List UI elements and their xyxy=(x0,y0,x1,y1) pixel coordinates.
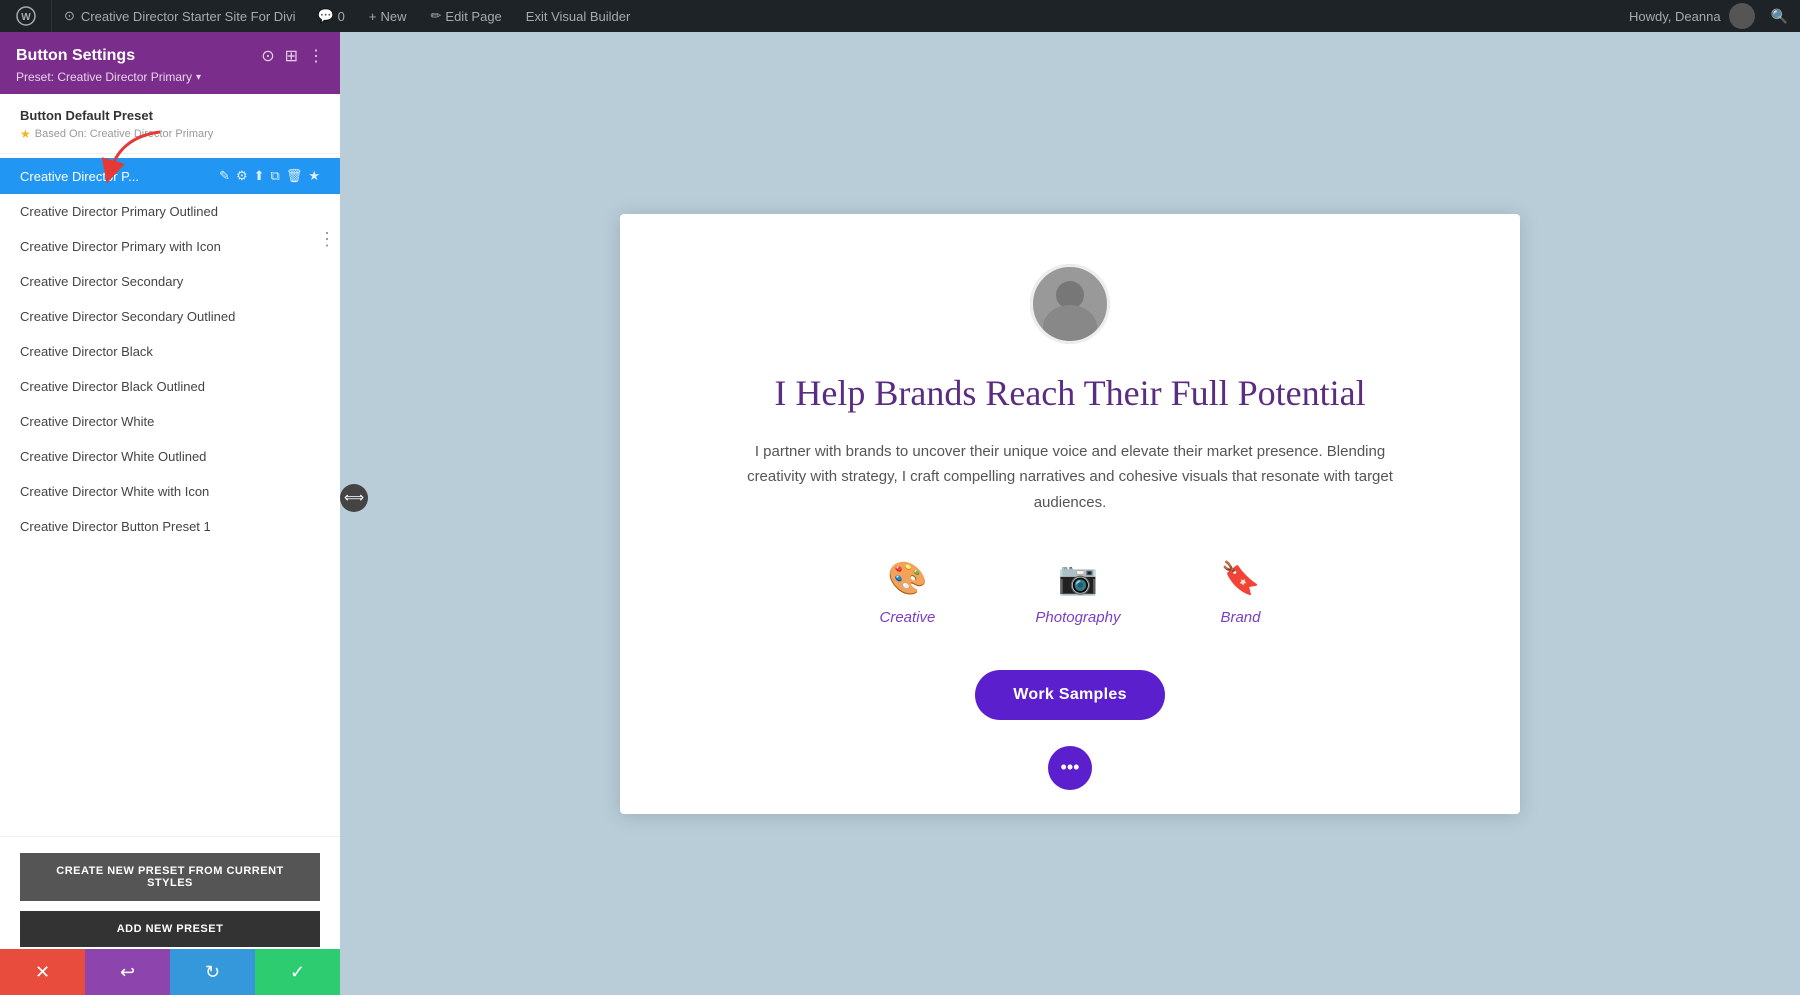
wp-logo[interactable]: W xyxy=(0,0,52,32)
more-icon[interactable]: ⋮ xyxy=(318,229,340,250)
exit-visual-builder-button[interactable]: Exit Visual Builder xyxy=(516,0,641,32)
creative-label: Creative xyxy=(880,609,936,626)
dots-icon: ••• xyxy=(1061,757,1080,778)
avatar xyxy=(1030,264,1110,344)
list-item[interactable]: Creative Director Secondary Outlined xyxy=(0,299,340,334)
preset-based-on: ★ Based On: Creative Director Primary xyxy=(20,127,320,141)
collapse-panel-button[interactable]: ⟺ xyxy=(340,484,368,512)
edit-page-button[interactable]: ✏ Edit Page xyxy=(421,0,512,32)
list-item[interactable]: Creative Director Primary Outlined xyxy=(0,194,340,229)
pencil-icon: ✏ xyxy=(431,8,442,24)
service-photography: 📷 Photography xyxy=(1035,559,1120,626)
preset-name-active: Creative Director P... xyxy=(20,169,219,184)
caret-icon: ▾ xyxy=(196,72,201,83)
list-item[interactable]: Creative Director White with Icon xyxy=(0,474,340,509)
preset-name: Creative Director Button Preset 1 xyxy=(20,519,320,534)
page-card: I Help Brands Reach Their Full Potential… xyxy=(620,214,1520,814)
button-settings-panel: Button Settings ⊙ ⊞ ⋮ Preset: Creative D… xyxy=(0,32,340,995)
howdy-text: Howdy, Deanna xyxy=(1629,9,1721,24)
search-icon[interactable]: ⊙ xyxy=(261,46,274,66)
preset-name: Creative Director Secondary Outlined xyxy=(20,309,320,324)
edit-preset-icon[interactable]: ✎ xyxy=(219,168,230,184)
based-on-text: Based On: Creative Director Primary xyxy=(35,128,214,140)
list-item[interactable]: Creative Director Button Preset 1 xyxy=(0,509,340,544)
page-subtext: I partner with brands to uncover their u… xyxy=(730,439,1410,516)
preset-name: Creative Director Black Outlined xyxy=(20,379,320,394)
preset-name: Creative Director Primary with Icon xyxy=(20,239,320,254)
preset-name: Creative Director White xyxy=(20,414,320,429)
work-samples-button[interactable]: Work Samples xyxy=(975,670,1165,720)
panel-body: Button Default Preset ★ Based On: Creati… xyxy=(0,94,340,836)
svg-text:W: W xyxy=(21,12,31,23)
delete-preset-icon[interactable]: 🗑 xyxy=(286,168,303,184)
copy-preset-icon[interactable]: ⧉ xyxy=(271,168,280,184)
admin-bar-items: 💬 0 + New ✏ Edit Page Exit Visual Builde… xyxy=(307,0,640,32)
bottom-toolbar: ✕ ↩ ↻ ✓ xyxy=(0,949,340,995)
new-button[interactable]: + New xyxy=(359,0,417,32)
plus-icon: + xyxy=(369,9,377,24)
star-icon: ★ xyxy=(20,127,31,141)
undo-button[interactable]: ↩ xyxy=(85,949,170,995)
search-icon[interactable]: 🔍 xyxy=(1771,8,1788,25)
avatar[interactable] xyxy=(1729,3,1755,29)
star-preset-icon[interactable]: ★ xyxy=(308,168,320,184)
list-item[interactable]: Creative Director Primary with Icon xyxy=(0,229,340,264)
comment-count[interactable]: 💬 0 xyxy=(307,0,354,32)
settings-preset-icon[interactable]: ⚙ xyxy=(236,168,248,184)
brand-icon: 🔖 xyxy=(1221,559,1261,597)
services-section: 🎨 Creative 📷 Photography 🔖 Brand xyxy=(880,559,1261,626)
grid-icon[interactable]: ⊞ xyxy=(285,46,298,66)
preset-name: Creative Director White with Icon xyxy=(20,484,320,499)
panel-header-top: Button Settings ⊙ ⊞ ⋮ xyxy=(16,46,324,66)
photography-label: Photography xyxy=(1035,609,1120,626)
panel-title: Button Settings xyxy=(16,47,135,65)
preset-name: Creative Director Primary Outlined xyxy=(20,204,320,219)
preset-default-title: Button Default Preset xyxy=(20,108,320,123)
floating-dots-button[interactable]: ••• xyxy=(1048,746,1092,790)
page-heading: I Help Brands Reach Their Full Potential xyxy=(774,372,1365,415)
list-item[interactable]: Creative Director White xyxy=(0,404,340,439)
close-button[interactable]: ✕ xyxy=(0,949,85,995)
preset-name: Creative Director White Outlined xyxy=(20,449,320,464)
photography-icon: 📷 xyxy=(1058,559,1098,597)
preset-name: Creative Director Black xyxy=(20,344,320,359)
service-creative: 🎨 Creative xyxy=(880,559,936,626)
creative-icon: 🎨 xyxy=(888,559,928,597)
canvas-inner: I Help Brands Reach Their Full Potential… xyxy=(340,32,1800,995)
preset-item-active[interactable]: Creative Director P... ✎ ⚙ ⬆ ⧉ 🗑 ★ xyxy=(0,158,340,194)
site-name[interactable]: ⊙ Creative Director Starter Site For Div… xyxy=(52,0,307,32)
list-item[interactable]: Creative Director Black Outlined xyxy=(0,369,340,404)
preset-default-section: Button Default Preset ★ Based On: Creati… xyxy=(0,94,340,154)
add-preset-button[interactable]: ADD NEW PRESET xyxy=(20,911,320,947)
avatar-image xyxy=(1030,264,1110,344)
preset-list: Creative Director P... ✎ ⚙ ⬆ ⧉ 🗑 ★ Creat… xyxy=(0,154,340,548)
panel-header-icons: ⊙ ⊞ ⋮ xyxy=(261,46,324,66)
preset-name: Creative Director Secondary xyxy=(20,274,320,289)
save-button[interactable]: ✓ xyxy=(255,949,340,995)
redo-button[interactable]: ↻ xyxy=(170,949,255,995)
howdy-section: Howdy, Deanna 🔍 xyxy=(1617,3,1800,29)
list-item[interactable]: Creative Director Black xyxy=(0,334,340,369)
preset-label-text: Preset: Creative Director Primary xyxy=(16,70,192,84)
brand-label: Brand xyxy=(1220,609,1260,626)
arrow-icon: ⟺ xyxy=(344,489,364,506)
list-item[interactable]: Creative Director Secondary xyxy=(0,264,340,299)
divi-icon: ⊙ xyxy=(64,8,75,24)
wp-admin-bar: W ⊙ Creative Director Starter Site For D… xyxy=(0,0,1800,32)
preset-label[interactable]: Preset: Creative Director Primary ▾ xyxy=(16,70,324,84)
more-icon[interactable]: ⋮ xyxy=(308,46,324,66)
service-brand: 🔖 Brand xyxy=(1220,559,1260,626)
create-preset-button[interactable]: CREATE NEW PRESET FROM CURRENT STYLES xyxy=(20,853,320,901)
upload-preset-icon[interactable]: ⬆ xyxy=(254,168,265,184)
comment-icon: 💬 xyxy=(317,8,333,24)
list-item[interactable]: Creative Director White Outlined xyxy=(0,439,340,474)
preset-actions: ✎ ⚙ ⬆ ⧉ 🗑 ★ xyxy=(219,168,320,184)
panel-header: Button Settings ⊙ ⊞ ⋮ Preset: Creative D… xyxy=(0,32,340,94)
